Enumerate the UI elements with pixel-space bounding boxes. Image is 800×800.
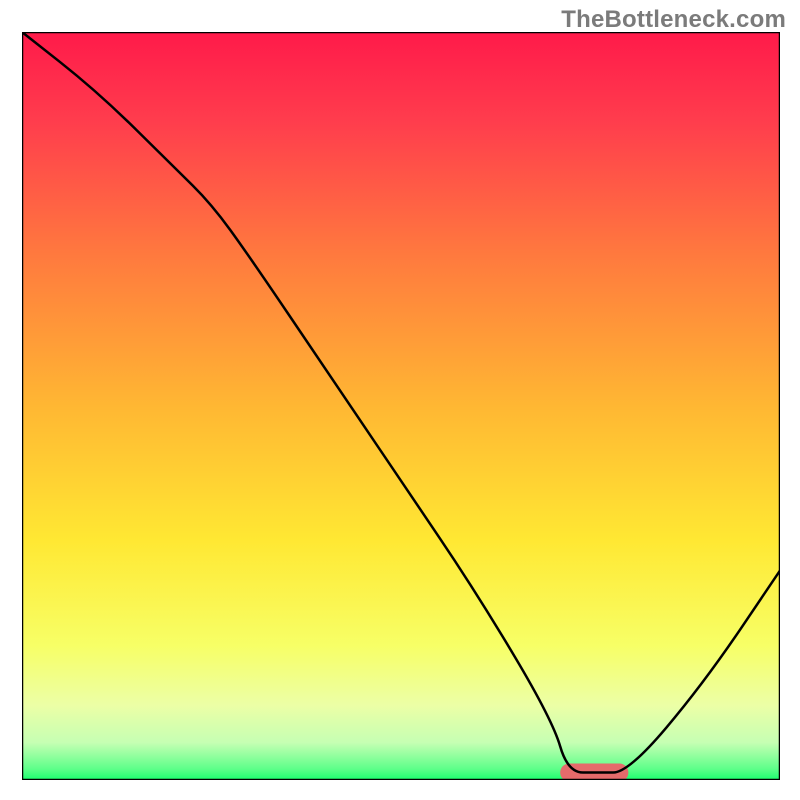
chart-container: TheBottleneck.com — [0, 0, 800, 800]
watermark-text: TheBottleneck.com — [561, 6, 786, 34]
chart-svg — [22, 32, 780, 780]
plot-area — [22, 32, 780, 780]
gradient-background — [22, 32, 780, 780]
